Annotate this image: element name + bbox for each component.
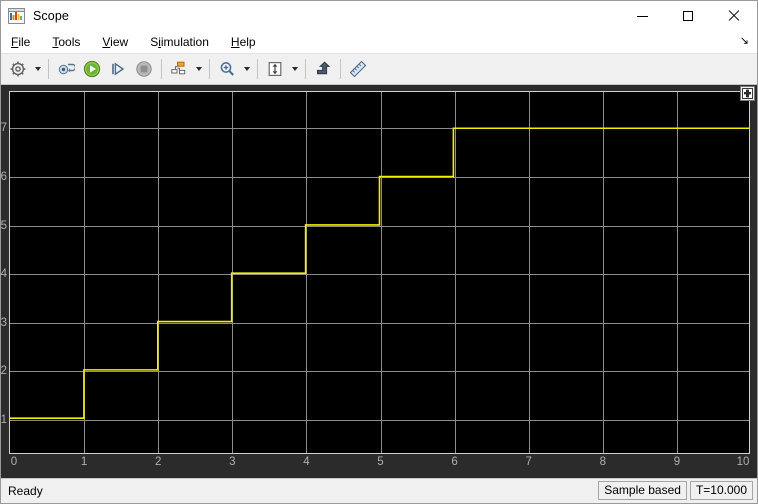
scope-plot-area[interactable]: 1 2 3 4 5 6 7 0 1 2 3 4 5 6 7 8 9 10 bbox=[1, 85, 757, 478]
toolbar-separator bbox=[209, 59, 210, 79]
pin-axes-icon bbox=[742, 88, 753, 99]
menu-overflow-icon[interactable]: ↘ bbox=[740, 34, 749, 48]
magnifier-plus-icon bbox=[220, 62, 234, 76]
menu-label-help: elp bbox=[239, 35, 256, 49]
pin-axes-button[interactable] bbox=[740, 86, 755, 101]
x-axis-tick-label: 0 bbox=[10, 456, 18, 468]
rewind-eye-icon bbox=[58, 63, 75, 75]
y-axis-tick-label: 4 bbox=[0, 268, 7, 281]
zoom-dropdown-caret[interactable] bbox=[240, 57, 253, 81]
maximize-button[interactable] bbox=[665, 1, 711, 31]
signal-selection-dropdown-caret[interactable] bbox=[192, 57, 205, 81]
configuration-dropdown-caret[interactable] bbox=[31, 57, 44, 81]
minimize-icon bbox=[636, 15, 648, 17]
menu-item-help[interactable]: Help bbox=[221, 33, 266, 51]
chevron-down-icon bbox=[291, 67, 298, 71]
menu-bar: File Tools View Siimulation Help ↘ bbox=[1, 31, 757, 54]
close-icon bbox=[728, 10, 740, 22]
x-axis-tick-label: 4 bbox=[303, 456, 310, 468]
toolbar-separator bbox=[305, 59, 306, 79]
menu-label-simulation: imulation bbox=[160, 35, 209, 49]
highlight-arrow-icon bbox=[317, 61, 331, 75]
x-axis-tick-label: 8 bbox=[599, 456, 606, 468]
status-simulation-time: T=10.000 bbox=[689, 481, 753, 500]
x-axis-tick-label: 5 bbox=[377, 456, 384, 468]
menu-item-file[interactable]: File bbox=[1, 33, 40, 51]
configuration-properties-button[interactable] bbox=[5, 57, 31, 81]
zoom-in-button[interactable] bbox=[214, 57, 240, 81]
toolbar bbox=[1, 54, 757, 85]
toolbar-separator bbox=[340, 59, 341, 79]
y-axis-tick-labels: 1 2 3 4 5 6 7 bbox=[1, 91, 742, 454]
autoscale-button[interactable] bbox=[262, 57, 288, 81]
highlight-in-model-button[interactable] bbox=[310, 57, 336, 81]
status-bar: Ready Sample based T=10.000 bbox=[1, 478, 757, 503]
status-frame-mode: Sample based bbox=[598, 481, 687, 500]
autoscale-dropdown-caret[interactable] bbox=[288, 57, 301, 81]
y-axis-tick-label: 2 bbox=[0, 365, 7, 378]
stop-icon bbox=[136, 61, 152, 77]
run-back-to-start-button[interactable] bbox=[53, 57, 79, 81]
step-forward-button[interactable] bbox=[105, 57, 131, 81]
x-axis-tick-label: 2 bbox=[154, 456, 162, 468]
menu-label-view: iew bbox=[110, 35, 129, 49]
status-right-group: Sample based T=10.000 bbox=[598, 481, 753, 500]
toolbar-separator bbox=[48, 59, 49, 79]
signal-selection-button[interactable] bbox=[166, 57, 192, 81]
x-axis-tick-labels: 0 1 2 3 4 5 6 7 8 9 10 bbox=[9, 456, 750, 474]
chevron-down-icon bbox=[34, 67, 41, 71]
chevron-down-icon bbox=[195, 67, 202, 71]
x-axis-tick-label: 3 bbox=[229, 456, 236, 468]
maximize-icon bbox=[683, 11, 693, 21]
measurements-button[interactable] bbox=[345, 57, 371, 81]
menu-label-tools: ools bbox=[58, 35, 81, 49]
x-axis-tick-label: 10 bbox=[736, 456, 750, 468]
autoscale-arrows-icon bbox=[268, 61, 282, 77]
menu-item-simulation[interactable]: Siimulation bbox=[140, 33, 219, 51]
status-state: Ready bbox=[8, 484, 43, 498]
menu-item-tools[interactable]: Tools bbox=[42, 33, 90, 51]
window-controls bbox=[619, 1, 757, 31]
ruler-icon bbox=[349, 60, 367, 78]
minimize-button[interactable] bbox=[619, 1, 665, 31]
y-axis-tick-label: 6 bbox=[0, 171, 7, 184]
close-button[interactable] bbox=[711, 1, 757, 31]
scope-window: Scope File Tools View Siimulation Help ↘ bbox=[0, 0, 758, 504]
menu-item-view[interactable]: View bbox=[92, 33, 138, 51]
y-axis-tick-label: 3 bbox=[0, 316, 7, 329]
y-axis-tick-label: 1 bbox=[0, 414, 7, 426]
title-bar: Scope bbox=[1, 1, 757, 31]
window-title: Scope bbox=[33, 9, 69, 23]
x-axis-tick-label: 9 bbox=[673, 456, 681, 468]
y-axis-tick-label: 5 bbox=[0, 219, 7, 232]
signal-blocks-icon bbox=[171, 61, 186, 75]
x-axis-tick-label: 7 bbox=[525, 456, 532, 468]
toolbar-separator bbox=[257, 59, 258, 79]
matlab-scope-icon bbox=[8, 8, 25, 24]
run-button[interactable] bbox=[79, 57, 105, 81]
y-axis-tick-label: 7 bbox=[0, 122, 7, 135]
x-axis-tick-label: 6 bbox=[451, 456, 458, 468]
gear-icon bbox=[10, 61, 26, 77]
toolbar-separator bbox=[161, 59, 162, 79]
chevron-down-icon bbox=[243, 67, 250, 71]
menu-label-file: ile bbox=[18, 35, 31, 49]
stop-button[interactable] bbox=[131, 57, 157, 81]
x-axis-tick-label: 1 bbox=[80, 456, 88, 468]
step-forward-icon bbox=[112, 62, 125, 76]
play-icon bbox=[83, 60, 101, 78]
